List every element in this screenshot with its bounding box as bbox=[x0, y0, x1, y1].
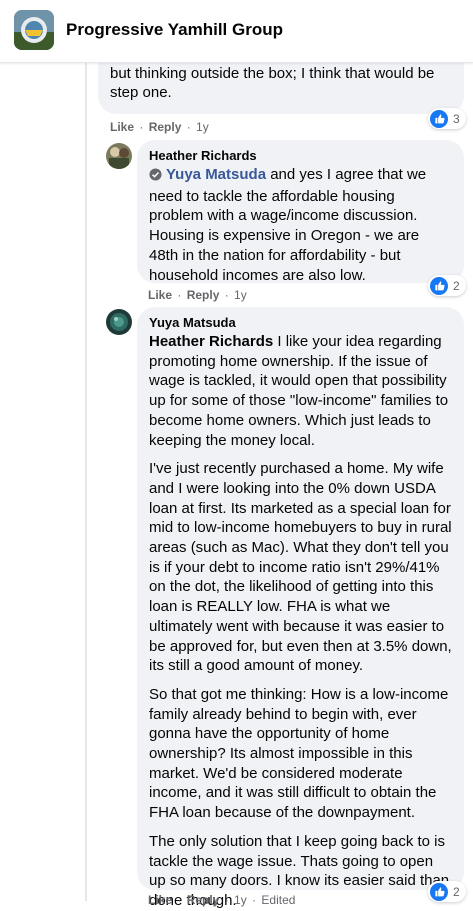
like-thumb-icon bbox=[430, 276, 448, 295]
group-name[interactable]: Progressive Yamhill Group bbox=[66, 20, 283, 40]
check-badge-icon bbox=[149, 167, 162, 187]
avatar[interactable] bbox=[106, 309, 132, 335]
comment-actions: Like · Reply · 1y bbox=[110, 120, 209, 134]
comment-bubble: Yuya Matsuda Heather Richards I like you… bbox=[137, 307, 464, 909]
comment-paragraph: So that got me thinking: How is a low-in… bbox=[149, 685, 449, 822]
reaction-count[interactable]: 2 bbox=[428, 881, 466, 902]
reaction-number: 2 bbox=[453, 278, 460, 293]
like-thumb-icon bbox=[430, 109, 448, 128]
comment-author[interactable]: Heather Richards bbox=[149, 148, 452, 163]
mention-link[interactable]: Yuya Matsuda bbox=[166, 166, 266, 183]
comment-author[interactable]: Yuya Matsuda bbox=[149, 315, 452, 330]
comment-body: and yes I agree that we need to tackle t… bbox=[149, 166, 427, 284]
edited-label[interactable]: Edited bbox=[261, 893, 295, 907]
reply-link[interactable]: Reply bbox=[187, 288, 220, 302]
thread-line bbox=[85, 62, 87, 901]
comment-age[interactable]: 1y bbox=[196, 120, 209, 134]
reaction-number: 2 bbox=[453, 884, 460, 899]
group-header: Progressive Yamhill Group bbox=[0, 0, 473, 63]
like-thumb-icon bbox=[430, 882, 448, 901]
comment-text: Heather Richards I like your idea regard… bbox=[149, 332, 452, 911]
comment-bubble: Heather Richards Yuya Matsuda and yes I … bbox=[137, 140, 464, 285]
reaction-count[interactable]: 2 bbox=[428, 275, 466, 296]
comment-paragraph: I've just recently purchased a home. My … bbox=[149, 460, 452, 675]
comment-actions: Like · Reply · 1y bbox=[148, 288, 247, 302]
comment-paragraph: Heather Richards I like your idea regard… bbox=[149, 332, 452, 450]
comment-text: Yuya Matsuda and yes I agree that we nee… bbox=[149, 165, 452, 285]
like-link[interactable]: Like bbox=[148, 288, 172, 302]
comment-age[interactable]: 1y bbox=[234, 893, 247, 907]
reaction-number: 3 bbox=[453, 111, 460, 126]
reply-link[interactable]: Reply bbox=[149, 120, 182, 134]
like-link[interactable]: Like bbox=[110, 120, 134, 134]
comment-actions: Like · Reply · 1y · Edited bbox=[148, 893, 296, 907]
like-link[interactable]: Like bbox=[148, 893, 172, 907]
mention-link[interactable]: Heather Richards bbox=[149, 333, 273, 350]
reply-link[interactable]: Reply bbox=[187, 893, 220, 907]
group-avatar[interactable] bbox=[14, 10, 54, 50]
reaction-count[interactable]: 3 bbox=[428, 108, 466, 129]
comment-body: I like your idea regarding promoting hom… bbox=[149, 333, 449, 449]
avatar[interactable] bbox=[106, 143, 132, 169]
comment-age[interactable]: 1y bbox=[234, 288, 247, 302]
